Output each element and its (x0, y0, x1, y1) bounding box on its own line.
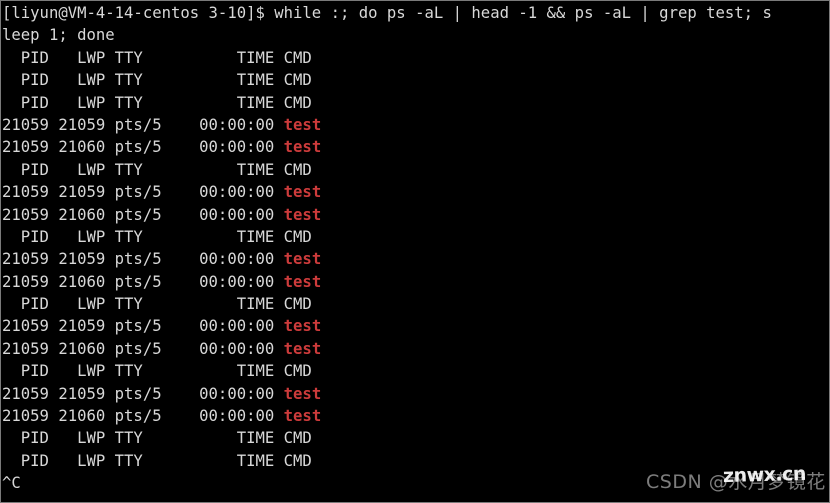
process-command: test (283, 272, 322, 291)
terminal-line-interrupt-text: ^C (2, 474, 21, 493)
process-command: test (283, 384, 322, 403)
terminal-line-prompt: [liyun@VM-4-14-centos 3-10]$ while :; do… (2, 2, 829, 24)
process-fields: 21059 21059 pts/5 00:00:00 (2, 250, 284, 269)
terminal-line-header-text: PID LWP TTY TIME CMD (2, 93, 312, 112)
terminal-line-process: 21059 21060 pts/5 00:00:00 test (2, 204, 829, 226)
terminal-line-interrupt: ^C (2, 472, 829, 494)
terminal-line-header-text: PID LWP TTY TIME CMD (2, 160, 312, 179)
terminal-line-prompt: leep 1; done (2, 24, 829, 46)
process-command: test (283, 205, 322, 224)
terminal-line-header: PID LWP TTY TIME CMD (2, 450, 829, 472)
process-fields: 21059 21059 pts/5 00:00:00 (2, 115, 284, 134)
process-fields: 21059 21059 pts/5 00:00:00 (2, 384, 284, 403)
process-command: test (283, 339, 322, 358)
terminal-line-header: PID LWP TTY TIME CMD (2, 427, 829, 449)
terminal-line-header-text: PID LWP TTY TIME CMD (2, 227, 312, 246)
terminal-window[interactable]: [liyun@VM-4-14-centos 3-10]$ while :; do… (0, 0, 830, 503)
process-fields: 21059 21059 pts/5 00:00:00 (2, 183, 284, 202)
terminal-line-header-text: PID LWP TTY TIME CMD (2, 71, 312, 90)
terminal-line-header-text: PID LWP TTY TIME CMD (2, 48, 312, 67)
terminal-line-header: PID LWP TTY TIME CMD (2, 360, 829, 382)
terminal-line-process: 21059 21060 pts/5 00:00:00 test (2, 338, 829, 360)
terminal-line-process: 21059 21060 pts/5 00:00:00 test (2, 405, 829, 427)
terminal-line-header: PID LWP TTY TIME CMD (2, 47, 829, 69)
process-command: test (283, 317, 322, 336)
process-fields: 21059 21060 pts/5 00:00:00 (2, 407, 284, 426)
process-command: test (283, 183, 322, 202)
terminal-line-process: 21059 21059 pts/5 00:00:00 test (2, 315, 829, 337)
terminal-line-prompt-text: leep 1; done (2, 26, 115, 45)
terminal-line-process: 21059 21059 pts/5 00:00:00 test (2, 181, 829, 203)
terminal-line-process: 21059 21059 pts/5 00:00:00 test (2, 248, 829, 270)
process-command: test (283, 407, 322, 426)
terminal-line-header: PID LWP TTY TIME CMD (2, 69, 829, 91)
terminal-line-header: PID LWP TTY TIME CMD (2, 159, 829, 181)
terminal-line-process: 21059 21059 pts/5 00:00:00 test (2, 114, 829, 136)
terminal-line-process: 21059 21060 pts/5 00:00:00 test (2, 271, 829, 293)
terminal-line-header-text: PID LWP TTY TIME CMD (2, 295, 312, 314)
terminal-line-header: PID LWP TTY TIME CMD (2, 92, 829, 114)
terminal-line-header-text: PID LWP TTY TIME CMD (2, 451, 312, 470)
terminal-line-prompt-text: [liyun@VM-4-14-centos 3-10]$ while :; do… (2, 4, 772, 22)
process-fields: 21059 21060 pts/5 00:00:00 (2, 272, 284, 291)
terminal-line-header: PID LWP TTY TIME CMD (2, 226, 829, 248)
terminal-screen[interactable]: [liyun@VM-4-14-centos 3-10]$ while :; do… (1, 2, 829, 495)
process-fields: 21059 21059 pts/5 00:00:00 (2, 317, 284, 336)
process-fields: 21059 21060 pts/5 00:00:00 (2, 138, 284, 157)
terminal-line-header-text: PID LWP TTY TIME CMD (2, 429, 312, 448)
process-command: test (283, 250, 322, 269)
terminal-line-header: PID LWP TTY TIME CMD (2, 293, 829, 315)
terminal-line-header-text: PID LWP TTY TIME CMD (2, 362, 312, 381)
process-command: test (283, 115, 322, 134)
process-fields: 21059 21060 pts/5 00:00:00 (2, 205, 284, 224)
process-command: test (283, 138, 322, 157)
terminal-line-process: 21059 21060 pts/5 00:00:00 test (2, 136, 829, 158)
terminal-line-process: 21059 21059 pts/5 00:00:00 test (2, 383, 829, 405)
process-fields: 21059 21060 pts/5 00:00:00 (2, 339, 284, 358)
